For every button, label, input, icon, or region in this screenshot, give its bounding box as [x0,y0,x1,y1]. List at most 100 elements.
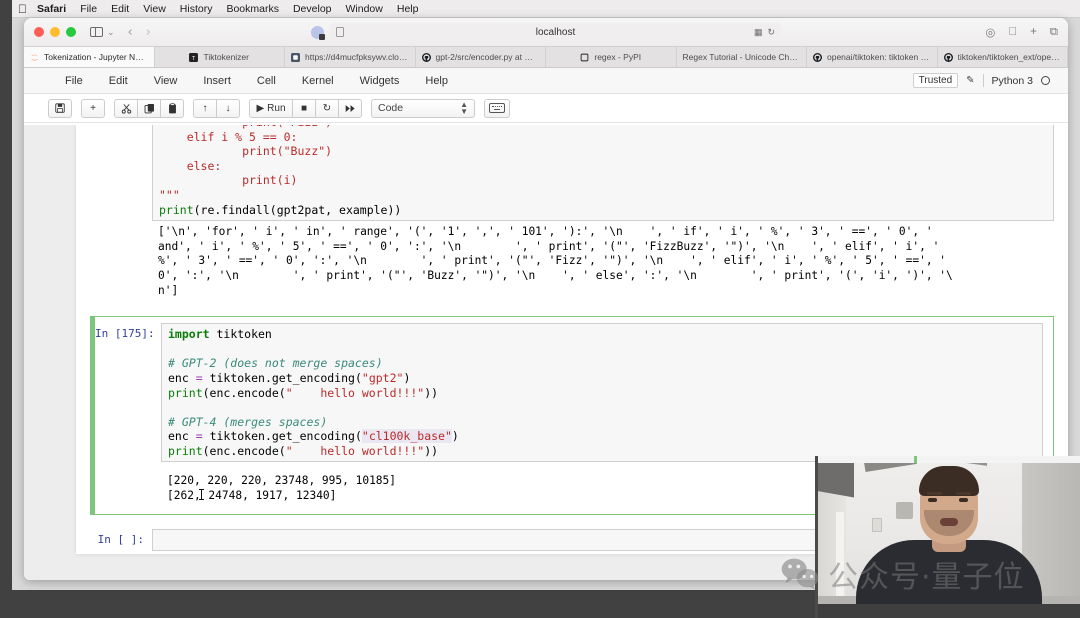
cell-prompt-empty: In [ ]: [97,532,144,546]
macos-menubar:  Safari File Edit View History Bookmark… [12,0,1080,18]
copy-cell-button[interactable] [137,98,161,118]
chevron-down-icon[interactable]: ⌄ [107,27,115,38]
menu-item-history[interactable]: History [180,3,213,15]
privacy-shield-icon[interactable] [311,25,325,40]
move-cell-down-button[interactable]: ↓ [216,98,240,118]
notebook-menu-widgets[interactable]: Widgets [347,75,413,87]
cloudfront-icon [291,52,300,62]
reload-icon[interactable]: ↻ [767,27,775,38]
tab-cloudfront[interactable]: https://d4mucfpksywv.cloudfro... [285,47,416,67]
text-cursor-ibeam [198,489,204,501]
person-mouth [940,518,958,526]
extension-icon[interactable]: ▦ [754,27,763,38]
address-bar[interactable]: localhost ▦ ↻ [330,23,781,41]
menu-item-develop[interactable]: Develop [293,3,332,15]
menu-item-help[interactable]: Help [397,3,419,15]
paste-cell-button[interactable] [160,98,184,118]
cell-source-tiktoken[interactable]: import tiktoken # GPT-2 (does not merge … [161,323,1043,463]
browser-toolbar: ⌄ ‹ › localhost ▦ ↻ ◎  [24,18,1068,47]
clipboard-group [114,98,184,118]
menu-item-bookmarks[interactable]: Bookmarks [226,3,279,15]
str-hello-gpt4: " hello world!!!" [285,443,425,458]
menu-item-safari[interactable]: Safari [37,3,66,15]
divider [982,74,984,87]
restart-and-run-all-button[interactable] [338,98,362,118]
cell-output-fizzbuzz: ['\n', 'for', ' i', ' in', ' range', '('… [152,221,1054,302]
pypi-icon [581,53,589,61]
str-gpt2: "gpt2" [361,370,404,385]
notebook-menu-kernel[interactable]: Kernel [289,75,347,87]
insert-cell-below-button[interactable]: + [81,98,105,118]
copy-icon [144,103,154,113]
notebook-menu-view[interactable]: View [141,75,191,87]
webcam-overlay [815,456,1080,618]
apple-logo-icon[interactable]:  [18,3,27,15]
new-tab-button[interactable]: + [1030,26,1037,38]
jupyter-icon [31,54,38,60]
downloads-icon[interactable]: ◎ [985,25,995,39]
interrupt-kernel-button[interactable]: ■ [292,98,316,118]
tab-gpt2-encoder[interactable]: gpt-2/src/encoder.py at master... [415,47,546,67]
notebook-menu-file[interactable]: File [52,75,96,87]
screen-recording-frame:  Safari File Edit View History Bookmark… [0,0,1080,618]
edit-pencil-icon[interactable]: ✎ [966,75,974,86]
cut-cell-button[interactable] [114,98,138,118]
tab-tokenization-notebook[interactable]: Tokenization - Jupyter Notebook [24,47,155,67]
run-group: ▶ Run ■ ↻ [249,98,362,118]
tab-label: gpt-2/src/encoder.py at master... [435,52,540,62]
cell-source-fizzbuzz[interactable]: print("Fizz") elif i % 5 == 0: print("Bu… [152,125,1054,222]
window-controls[interactable] [34,27,76,37]
run-cell-button[interactable]: ▶ Run [249,98,293,118]
notebook-cell-fizzbuzz[interactable]: print("Fizz") elif i % 5 == 0: print("Bu… [76,125,1068,302]
eye-left [928,498,937,502]
open-command-palette-button[interactable] [484,98,510,118]
menu-item-window[interactable]: Window [346,3,383,15]
tab-regex-pypi[interactable]: regex - PyPI [546,47,677,67]
save-button[interactable] [48,98,72,118]
address-bar-actions: ▦ ↻ [754,27,775,38]
tab-label: Tokenization - Jupyter Notebook [44,52,148,62]
tab-tiktokenizer[interactable]: T Tiktokenizer [154,47,285,67]
notebook-menu-help[interactable]: Help [412,75,461,87]
scissors-icon [121,103,131,114]
chevron-updown-icon: ▲ ▼ [460,100,468,116]
comment-gpt2: # GPT-2 (does not merge spaces) [168,356,383,371]
tab-overview-icon[interactable]: ⧉ [1050,26,1058,39]
notebook-menu-cell[interactable]: Cell [244,75,289,87]
cell-type-value: Code [378,102,404,114]
move-cell-up-button[interactable]: ↑ [193,98,217,118]
tab-openai-tiktoken[interactable]: openai/tiktoken: tiktoken is a fa... [807,47,938,67]
notebook-status-area: Trusted ✎ Python 3 [912,73,1050,88]
trusted-badge[interactable]: Trusted [912,73,959,88]
eyebrow-left [927,492,942,495]
github-icon [813,52,822,62]
cell-prompt-tiktoken: In [175]: [95,327,155,341]
webcam-top-strip [818,456,1080,463]
github-icon [943,52,953,62]
forward-button[interactable]: › [146,25,151,40]
maximize-window-button[interactable] [66,27,76,37]
restart-kernel-button[interactable]: ↻ [315,98,339,118]
tab-tiktoken-ext[interactable]: tiktoken/tiktoken_ext/openai_p... [937,47,1068,67]
notebook-menubar: File Edit View Insert Cell Kernel Widget… [24,68,1068,94]
notebook-menu-edit[interactable]: Edit [96,75,141,87]
close-window-button[interactable] [34,27,44,37]
cell-type-select[interactable]: Code ▲ ▼ [371,98,475,118]
keyboard-icon [489,103,505,113]
sidebar-toggle-icon[interactable] [90,27,103,37]
notebook-toolbar: + ↑ ↓ ▶ Run ■ ↻ Code ▲ ▼ [24,94,1068,123]
fast-forward-icon [345,104,355,112]
output-line: %', ' 3', ' ==', ' 0', ':', '\n ', ' pri… [158,254,947,268]
back-button[interactable]: ‹ [128,25,133,40]
tab-regex-tutorial[interactable]: Regex Tutorial - Unicode Chara... [676,47,807,67]
webcam-person [818,466,1080,618]
minimize-window-button[interactable] [50,27,60,37]
menu-item-file[interactable]: File [80,3,97,15]
output-line: ['\n', 'for', ' i', ' in', ' range', '('… [158,225,933,239]
webcam-green-marker [914,456,917,463]
menu-item-edit[interactable]: Edit [111,3,129,15]
tab-label: tiktoken/tiktoken_ext/openai_p... [957,52,1062,62]
notebook-menu-insert[interactable]: Insert [190,75,244,87]
menu-item-view[interactable]: View [143,3,166,15]
share-icon[interactable]:  [1008,26,1017,38]
